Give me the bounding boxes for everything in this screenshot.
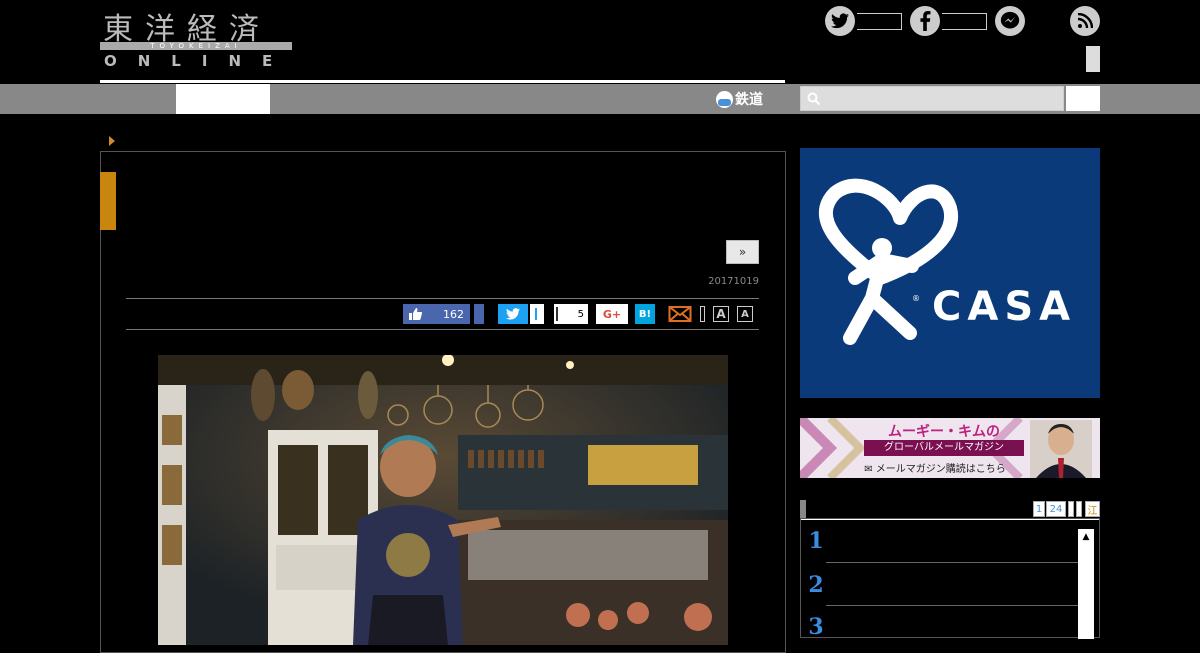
logo-roman: TOYOKEIZAI — [150, 42, 242, 50]
twitter-bird-icon — [506, 308, 520, 320]
ranking-tab-3[interactable] — [1068, 501, 1074, 517]
article-date: 20171019 — [708, 276, 759, 287]
banner-subtitle: グローバルメールマガジン — [864, 440, 1024, 456]
rank-number-1: 1 — [808, 528, 824, 554]
casa-logo-icon: ® — [818, 178, 959, 345]
twitter-count-box — [857, 13, 902, 30]
svg-text:®: ® — [912, 294, 920, 303]
banner-title: ムーギー・キムの — [888, 424, 1000, 440]
twitter-icon[interactable] — [825, 6, 855, 36]
rank-number-3: 3 — [808, 614, 824, 640]
ranking-tab-1[interactable]: 1 — [1033, 501, 1045, 517]
casa-brand: CASA — [932, 284, 1077, 330]
ranking-header-mark — [800, 500, 806, 518]
thumbs-up-icon — [409, 308, 422, 320]
messenger-icon[interactable] — [995, 6, 1025, 36]
ranking-tab-4[interactable] — [1076, 501, 1082, 517]
facebook-share-edge[interactable] — [474, 304, 484, 324]
font-small-button[interactable]: A — [737, 306, 753, 322]
title-accent — [100, 172, 116, 230]
font-large-button[interactable]: A — [713, 306, 729, 322]
author-portrait — [1030, 420, 1092, 478]
scroll-up-icon[interactable]: ▲ — [1078, 529, 1094, 545]
facebook-count-box — [942, 13, 987, 30]
rank-number-2: 2 — [808, 572, 824, 598]
ranking-list — [800, 518, 1100, 638]
ranking-tab-last[interactable]: 江 — [1085, 501, 1100, 517]
ranking-scrollbar[interactable] — [1078, 529, 1094, 639]
tweet-button[interactable] — [498, 304, 528, 324]
rank-divider — [826, 562, 1078, 563]
header-search-toggle[interactable] — [1086, 46, 1100, 72]
casa-ad[interactable]: ® CASA — [800, 148, 1100, 398]
hatena-bookmark-button[interactable]: B! — [635, 304, 655, 324]
pocket-count[interactable]: 5 — [554, 304, 588, 324]
ranking-tab-24[interactable]: 24 — [1046, 501, 1066, 517]
search-icon — [807, 92, 821, 106]
nav-tab-active[interactable] — [176, 84, 270, 114]
article-photo — [158, 355, 728, 645]
banner-cta: ✉ メールマガジン購読はこちら — [850, 460, 1020, 475]
header-divider — [100, 80, 785, 83]
share-separator — [700, 306, 705, 322]
tweet-count — [530, 304, 544, 324]
rss-icon[interactable] — [1070, 6, 1100, 36]
train-icon — [716, 90, 733, 108]
mail-icon[interactable] — [668, 304, 692, 324]
breadcrumb-arrow-icon — [109, 136, 115, 146]
banner-cta-label: メールマガジン購読はこちら — [875, 464, 1006, 475]
envelope-icon: ✉ — [864, 464, 873, 475]
next-page-button[interactable]: » — [726, 240, 759, 264]
rank-divider — [826, 605, 1078, 606]
google-plus-button[interactable]: G+ — [596, 304, 628, 324]
facebook-like-button[interactable]: 162 — [403, 304, 470, 324]
share-rule-bottom — [126, 329, 759, 330]
share-rule-top — [126, 298, 759, 299]
search-button[interactable] — [1066, 86, 1100, 111]
nav-railway-label: 鉄道 — [735, 92, 763, 108]
logo-online: ONLINE — [104, 52, 294, 70]
facebook-icon[interactable] — [910, 6, 940, 36]
nav-railway-link[interactable]: 鉄道 — [716, 86, 763, 112]
like-count: 162 — [443, 307, 464, 321]
search-input[interactable] — [800, 86, 1064, 111]
mail-magazine-banner[interactable]: ムーギー・キムの グローバルメールマガジン ✉ メールマガジン購読はこちら — [800, 418, 1100, 478]
